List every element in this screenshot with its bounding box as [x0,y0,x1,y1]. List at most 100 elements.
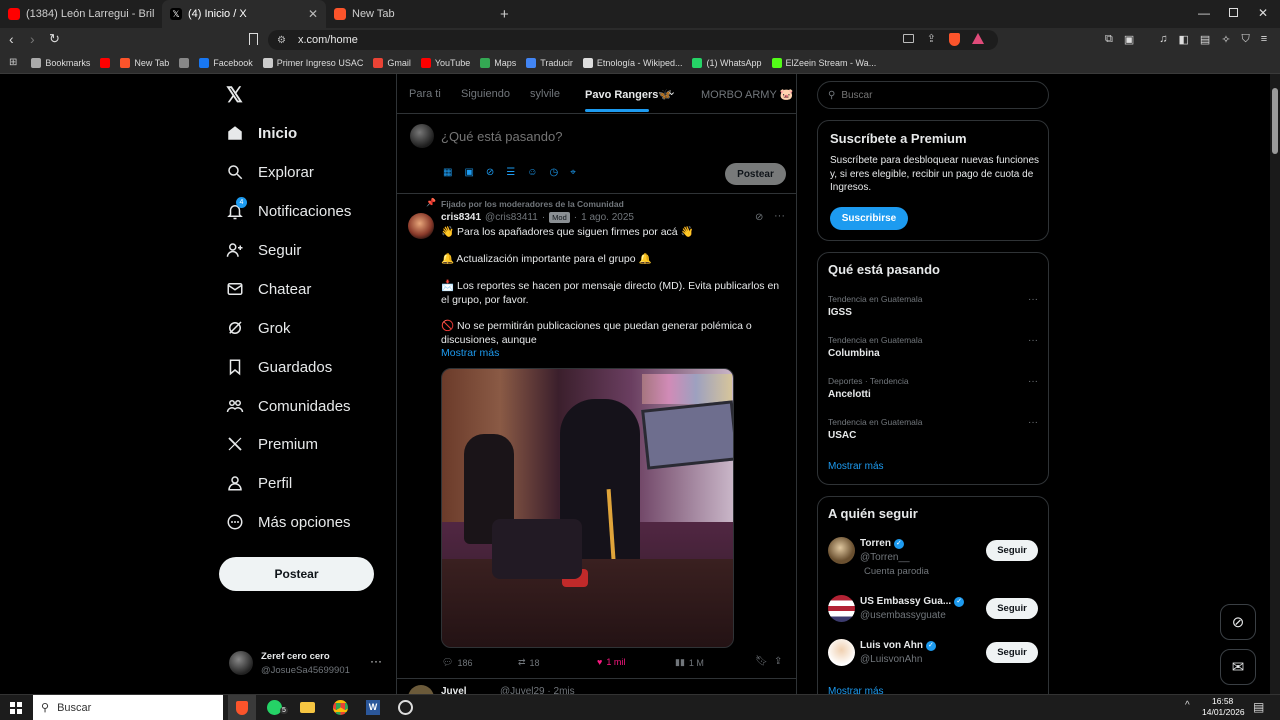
grok-icon[interactable]: ⊘ [486,167,494,178]
follow-suggestion[interactable]: Luis von Ahn ✓ @LuisvonAhn Seguir [818,639,1048,683]
extensions-icon[interactable]: ⧉ [1105,33,1113,46]
messages-float-button[interactable]: ✉ [1220,649,1256,685]
sidebar-item-premium[interactable]: Premium [226,435,318,453]
bookmark-page-icon[interactable] [249,33,258,45]
browser-tab-newtab[interactable]: New Tab [326,0,496,28]
poll-icon[interactable]: ☰ [506,167,515,178]
avatar[interactable] [828,639,855,666]
bookmark-icon[interactable]: 🔖︎ [755,656,768,667]
bookmark-item[interactable]: Maps [480,57,516,68]
minimize-icon[interactable]: — [1198,6,1210,20]
wallet-icon[interactable]: ▤ [1200,33,1210,46]
bookmark-item[interactable] [179,57,190,68]
post-date[interactable]: 1 ago. 2025 [581,212,634,223]
post-handle[interactable]: @cris83411 [485,212,538,223]
brave-shields-icon[interactable] [949,33,960,46]
cast-icon[interactable] [903,34,914,43]
address-bar[interactable]: ⚙ x.com/home ⇪ [268,30,998,50]
compose-post-button[interactable]: Postear [725,163,786,185]
follow-name[interactable]: US Embassy Gua... [860,596,951,607]
account-switcher[interactable]: Zeref cero cero @JosueSa45699901 ··· [229,648,384,682]
leo-ai-icon[interactable]: ✧ [1221,33,1230,46]
bookmark-item[interactable]: Bookmarks [31,57,90,68]
scrollbar-thumb[interactable] [1272,88,1278,154]
sidebar-item-guardados[interactable]: Guardados [226,358,332,376]
follow-name[interactable]: Torren [860,538,891,549]
browser-tab-youtube[interactable]: (1384) León Larregui - Brillas - YouTub [0,0,162,28]
views-button[interactable]: ▮▮ 1 M [675,657,704,668]
sidebar-item-notificaciones[interactable]: 4 Notificaciones [226,197,351,220]
reload-icon[interactable]: ↻ [49,31,60,47]
follow-name[interactable]: Luis von Ahn [860,640,923,651]
trend-item[interactable]: Tendencia en Guatemala USAC ··· [818,417,1048,453]
search-input[interactable] [841,89,1032,101]
brave-taskbar-icon[interactable] [228,695,256,720]
emoji-icon[interactable]: ☺ [527,167,537,178]
bookmark-item[interactable]: (1) WhatsApp [692,57,762,68]
chrome-icon[interactable] [333,700,348,715]
show-more-link[interactable]: Mostrar más [441,347,499,359]
sidebar-item-m-s-opciones[interactable]: Más opciones [226,513,351,531]
follow-button[interactable]: Seguir [986,540,1038,561]
sidebar-item-chatear[interactable]: Chatear [226,280,311,298]
post-image[interactable] [441,368,734,648]
word-icon[interactable]: W [366,700,380,715]
trend-item[interactable]: Tendencia en Guatemala Columbina ··· [818,335,1048,371]
trend-item[interactable]: Tendencia en Guatemala IGSS ··· [818,294,1048,330]
location-icon[interactable]: ⌖ [570,167,576,178]
close-window-icon[interactable]: ✕ [1258,6,1268,20]
share-icon[interactable]: ⇪ [774,656,782,667]
tab-pavo-rangers[interactable]: Pavo Rangers🦋 [585,88,672,101]
x-logo-icon[interactable]: 𝕏 [226,85,243,107]
post-more-icon[interactable]: ··· [774,210,785,222]
avatar[interactable] [828,595,855,622]
forward-icon[interactable]: › [30,31,35,47]
follow-show-more[interactable]: Mostrar más [828,686,884,694]
trends-show-more[interactable]: Mostrar más [828,461,884,472]
sidebar-item-perfil[interactable]: Perfil [226,474,292,492]
sidebar-item-explorar[interactable]: Explorar [226,163,314,181]
trend-more-icon[interactable]: ··· [1028,335,1038,346]
tab-siguiendo[interactable]: Siguiendo [461,88,510,100]
tab-morbo-army[interactable]: MORBO ARMY 🐷 [701,88,793,101]
back-icon[interactable]: ‹ [9,31,14,47]
post-button[interactable]: Postear [219,557,374,591]
bookmark-item[interactable]: YouTube [420,57,470,68]
share-icon[interactable]: ⇪ [927,32,936,45]
next-post[interactable]: Juvel @Juvel29 · 2mis [408,685,788,694]
schedule-icon[interactable]: ◷ [549,167,558,178]
like-button[interactable]: ♥ 1 mil [597,657,625,667]
sidebar-icon[interactable]: ◧ [1179,33,1189,46]
notifications-icon[interactable]: ▤ [1253,700,1264,714]
sidebar-item-comunidades[interactable]: Comunidades [226,397,351,415]
search-box[interactable]: ⚲ [817,81,1049,109]
bookmark-item[interactable]: Etnología - Wikiped... [582,57,682,68]
clock-time[interactable]: 16:58 [1212,696,1233,706]
new-tab-button[interactable]: + [500,6,509,23]
tab-search-icon[interactable]: ▣ [1124,33,1134,46]
bookmark-item[interactable]: ElZeein Stream - Wa... [771,57,876,68]
trend-more-icon[interactable]: ··· [1028,294,1038,305]
compose-input[interactable] [441,127,741,145]
media-icon[interactable]: ▦ [443,167,452,178]
bookmark-item[interactable]: Traducir [526,57,573,68]
trend-item[interactable]: Deportes · Tendencia Ancelotti ··· [818,376,1048,412]
bookmark-item[interactable]: New Tab [120,57,169,68]
bookmark-item[interactable]: Gmail [373,57,411,68]
vpn-icon[interactable]: ⛉ [1242,33,1250,46]
follow-suggestion[interactable]: US Embassy Gua... ✓ @usembassyguate Seguir [818,595,1048,639]
reply-button[interactable]: 💬︎ 186 [442,657,472,668]
close-tab-icon[interactable]: ✕ [308,7,318,21]
gif-icon[interactable]: ▣ [464,167,473,178]
more-icon[interactable]: ··· [370,654,382,668]
trend-more-icon[interactable]: ··· [1028,376,1038,387]
scrollbar[interactable] [1270,74,1280,694]
subscribe-button[interactable]: Suscribirse [830,207,908,230]
obs-icon[interactable] [398,700,413,715]
file-explorer-icon[interactable] [300,702,315,713]
grok-float-button[interactable]: ⊘ [1220,604,1256,640]
menu-icon[interactable]: ≡ [1261,33,1267,46]
follow-button[interactable]: Seguir [986,598,1038,619]
taskbar-search[interactable]: ⚲ Buscar [33,695,223,720]
tray-chevron-icon[interactable]: ^ [1185,700,1190,711]
